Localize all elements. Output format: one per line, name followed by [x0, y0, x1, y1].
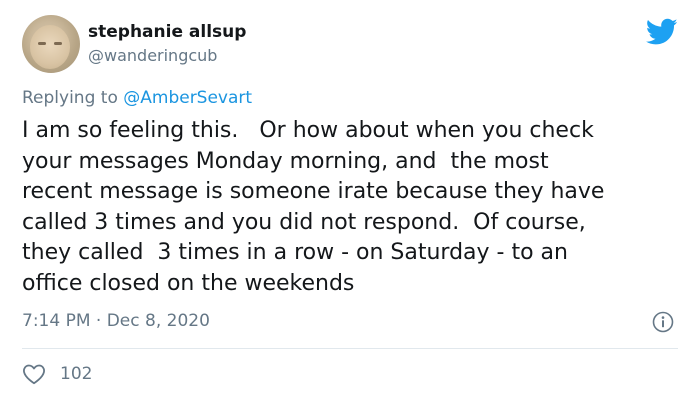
reply-mention-link[interactable]: @AmberSevart — [123, 88, 252, 108]
tweet-card: stephanie allsup @wanderingcub Replying … — [0, 0, 700, 402]
reply-prefix: Replying to — [22, 88, 124, 108]
info-icon[interactable] — [652, 311, 674, 333]
author-name[interactable]: stephanie allsup — [88, 22, 246, 42]
heart-icon[interactable] — [22, 363, 46, 385]
avatar-eye — [54, 42, 62, 45]
twitter-bird-icon[interactable] — [646, 18, 678, 46]
tweet-text-line: office closed on the weekends — [22, 270, 355, 296]
divider — [22, 348, 678, 349]
avatar[interactable] — [22, 15, 80, 73]
tweet-timestamp[interactable]: 7:14 PM · Dec 8, 2020 — [22, 311, 210, 331]
author-handle[interactable]: @wanderingcub — [88, 46, 217, 65]
tweet-text-line: recent message is someone irate because … — [22, 179, 605, 204]
tweet-text-line: called 3 times and you did not respond. … — [22, 209, 586, 235]
tweet-text-line: they called 3 times in a row - on Saturd… — [22, 240, 568, 265]
like-action[interactable]: 102 — [22, 362, 92, 386]
avatar-face — [30, 25, 70, 69]
like-count: 102 — [60, 364, 93, 384]
tweet-text-line: I am so feeling this. Or how about when … — [22, 118, 594, 143]
tweet-text: I am so feeling this. Or how about when … — [22, 116, 682, 299]
tweet-text-line: your messages Monday morning, and the mo… — [22, 148, 549, 174]
avatar-eye — [38, 42, 46, 45]
reply-context: Replying to @AmberSevart — [22, 88, 252, 108]
